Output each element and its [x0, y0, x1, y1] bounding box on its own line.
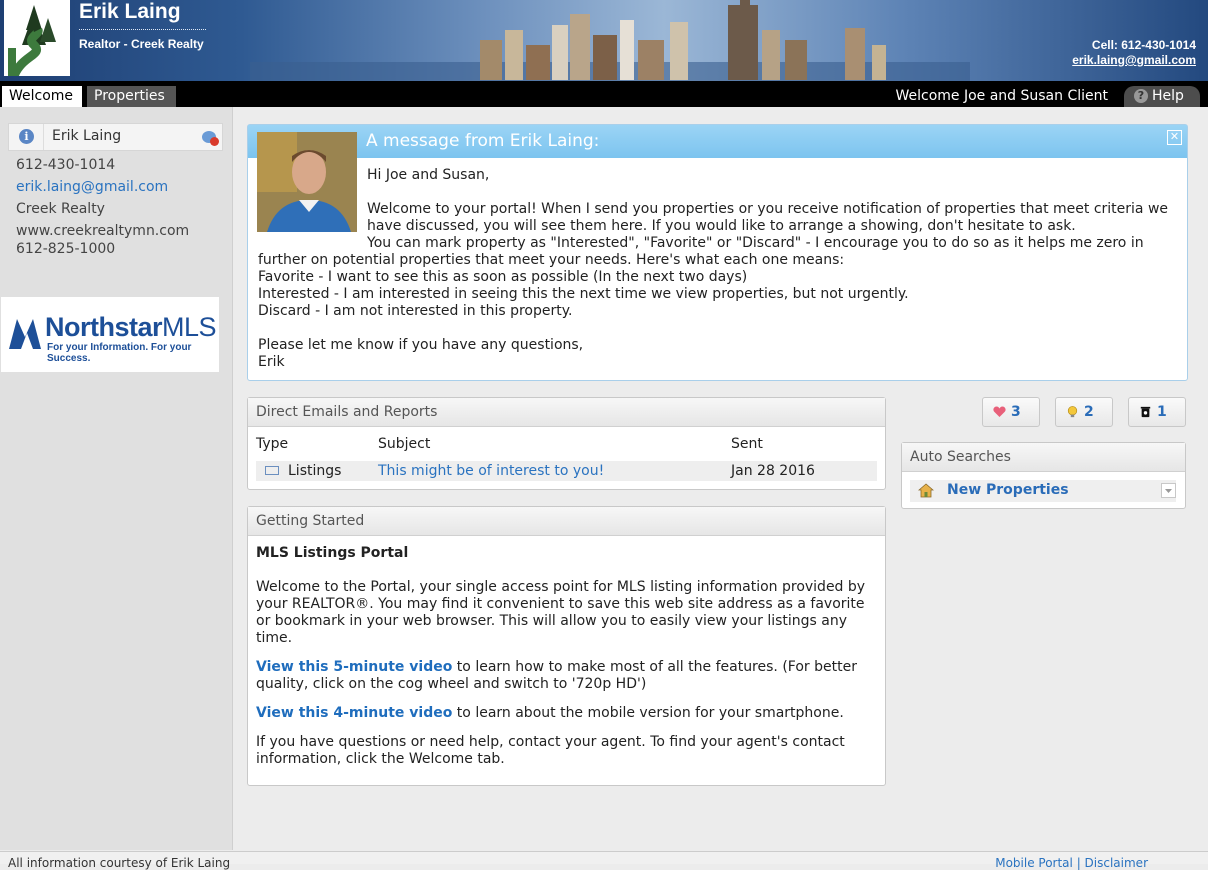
panel-title: Getting Started — [248, 507, 885, 536]
sidebar-email-link[interactable]: erik.laing@gmail.com — [16, 179, 168, 195]
email-subject-link[interactable]: This might be of interest to you! — [378, 463, 604, 479]
getting-started-heading: MLS Listings Portal — [256, 545, 409, 561]
panel-title: Direct Emails and Reports — [248, 398, 885, 427]
footer-links[interactable]: Mobile Portal | Disclaimer — [995, 856, 1148, 870]
north-star-icon — [9, 319, 41, 349]
auto-searches-panel: Auto Searches New Properties — [901, 442, 1186, 509]
envelope-icon — [265, 466, 279, 475]
getting-started-panel: Getting Started MLS Listings Portal Welc… — [247, 506, 886, 786]
contact-divider — [43, 124, 44, 150]
sidebar-company: Creek Realty — [16, 201, 105, 217]
footer: All information courtesy of Erik Laing M… — [0, 851, 1208, 870]
sidebar: i Erik Laing — [0, 107, 233, 850]
auto-search-item[interactable]: New Properties — [910, 480, 1176, 502]
mls-tagline: For your Information. For your Success. — [47, 342, 192, 364]
header-divider — [79, 29, 206, 30]
welcome-user-text: Welcome Joe and Susan Client — [895, 88, 1108, 104]
column-header-sent: Sent — [731, 436, 763, 452]
mls-brand: Northstar — [45, 312, 163, 342]
realty-logo — [4, 0, 70, 78]
message-body: Hi Joe and Susan, Welcome to your portal… — [258, 167, 1178, 371]
email-sent-date: Jan 28 2016 — [731, 463, 815, 479]
northstar-mls-logo: NorthstarMLS For your Information. For y… — [1, 297, 219, 372]
header-cell-phone: Cell: 612-430-1014 — [1091, 38, 1196, 52]
message-line: further on potential properties that mee… — [258, 252, 845, 268]
auto-search-label: New Properties — [947, 482, 1069, 498]
heart-icon — [993, 406, 1006, 417]
video-link-5-minute[interactable]: View this 5-minute video — [256, 659, 452, 675]
favorite-count-button[interactable]: 3 — [982, 397, 1040, 427]
message-line: Please let me know if you have any quest… — [258, 337, 584, 353]
interested-count: 2 — [1084, 404, 1094, 420]
tab-welcome[interactable]: Welcome — [2, 86, 82, 107]
agent-title: Realtor - Creek Realty — [79, 37, 204, 51]
message-line: Erik — [258, 354, 285, 370]
getting-started-body: MLS Listings Portal Welcome to the Porta… — [256, 545, 876, 768]
info-icon[interactable]: i — [19, 129, 34, 144]
sidebar-office-phone: 612-825-1000 — [16, 241, 116, 257]
column-header-type: Type — [256, 436, 289, 452]
tab-bar: Welcome Properties Welcome Joe and Susan… — [0, 81, 1208, 107]
close-icon[interactable]: ✕ — [1167, 130, 1182, 145]
sidebar-phone: 612-430-1014 — [16, 157, 116, 173]
footer-courtesy-text: All information courtesy of Erik Laing — [8, 856, 231, 870]
getting-started-intro: Welcome to the Portal, your single acces… — [256, 579, 866, 646]
interested-count-button[interactable]: 2 — [1055, 397, 1113, 427]
table-row[interactable]: Listings This might be of interest to yo… — [256, 461, 877, 481]
help-text: If you have questions or need help, cont… — [256, 734, 845, 767]
discard-count: 1 — [1157, 404, 1167, 420]
direct-emails-panel: Direct Emails and Reports Type Subject S… — [247, 397, 886, 490]
message-line: have discussed, you will see them here. … — [367, 218, 1076, 234]
chevron-down-icon[interactable] — [1161, 483, 1176, 498]
message-line: You can mark property as "Interested", "… — [367, 235, 1144, 251]
help-label: Help — [1152, 88, 1184, 104]
agent-name: Erik Laing — [79, 0, 181, 23]
city-skyline-image — [250, 0, 970, 81]
message-line: Interested - I am interested in seeing t… — [258, 286, 909, 302]
agent-contact-box[interactable]: i Erik Laing — [8, 123, 223, 151]
agent-message-panel: A message from Erik Laing: ✕ Hi Joe and … — [247, 124, 1188, 381]
email-type: Listings — [288, 463, 342, 479]
message-line: Hi Joe and Susan, — [367, 167, 490, 183]
video-paragraph-1: View this 5-minute video to learn how to… — [256, 659, 876, 693]
message-title: A message from Erik Laing: — [366, 131, 600, 151]
mls-brand-suffix: MLS — [162, 312, 217, 342]
contact-name: Erik Laing — [52, 128, 122, 144]
message-line: Welcome to your portal! When I send you … — [367, 201, 1169, 217]
video-paragraph-2: View this 4-minute video to learn about … — [256, 705, 876, 722]
lightbulb-icon — [1067, 406, 1078, 418]
favorite-count: 3 — [1011, 404, 1021, 420]
house-icon — [918, 483, 934, 498]
help-icon: ? — [1134, 89, 1148, 103]
message-line — [258, 320, 1178, 337]
video-link-4-minute[interactable]: View this 4-minute video — [256, 705, 452, 721]
message-line: Favorite - I want to see this as soon as… — [258, 269, 748, 285]
sidebar-website: www.creekrealtymn.com — [16, 223, 190, 239]
chat-offline-badge — [210, 137, 219, 146]
header-banner: Erik Laing Realtor - Creek Realty Cell: … — [0, 0, 1208, 81]
discard-count-button[interactable]: 1 — [1128, 397, 1186, 427]
message-line — [258, 184, 1178, 201]
column-header-subject: Subject — [378, 436, 431, 452]
video-description-2: to learn about the mobile version for yo… — [452, 705, 844, 721]
header-email-link[interactable]: erik.laing@gmail.com — [1072, 53, 1196, 67]
tab-properties[interactable]: Properties — [87, 86, 176, 107]
panel-title: Auto Searches — [902, 443, 1185, 472]
message-line: Discard - I am not interested in this pr… — [258, 303, 573, 319]
help-button[interactable]: ? Help — [1124, 86, 1200, 107]
trash-icon — [1140, 406, 1151, 418]
